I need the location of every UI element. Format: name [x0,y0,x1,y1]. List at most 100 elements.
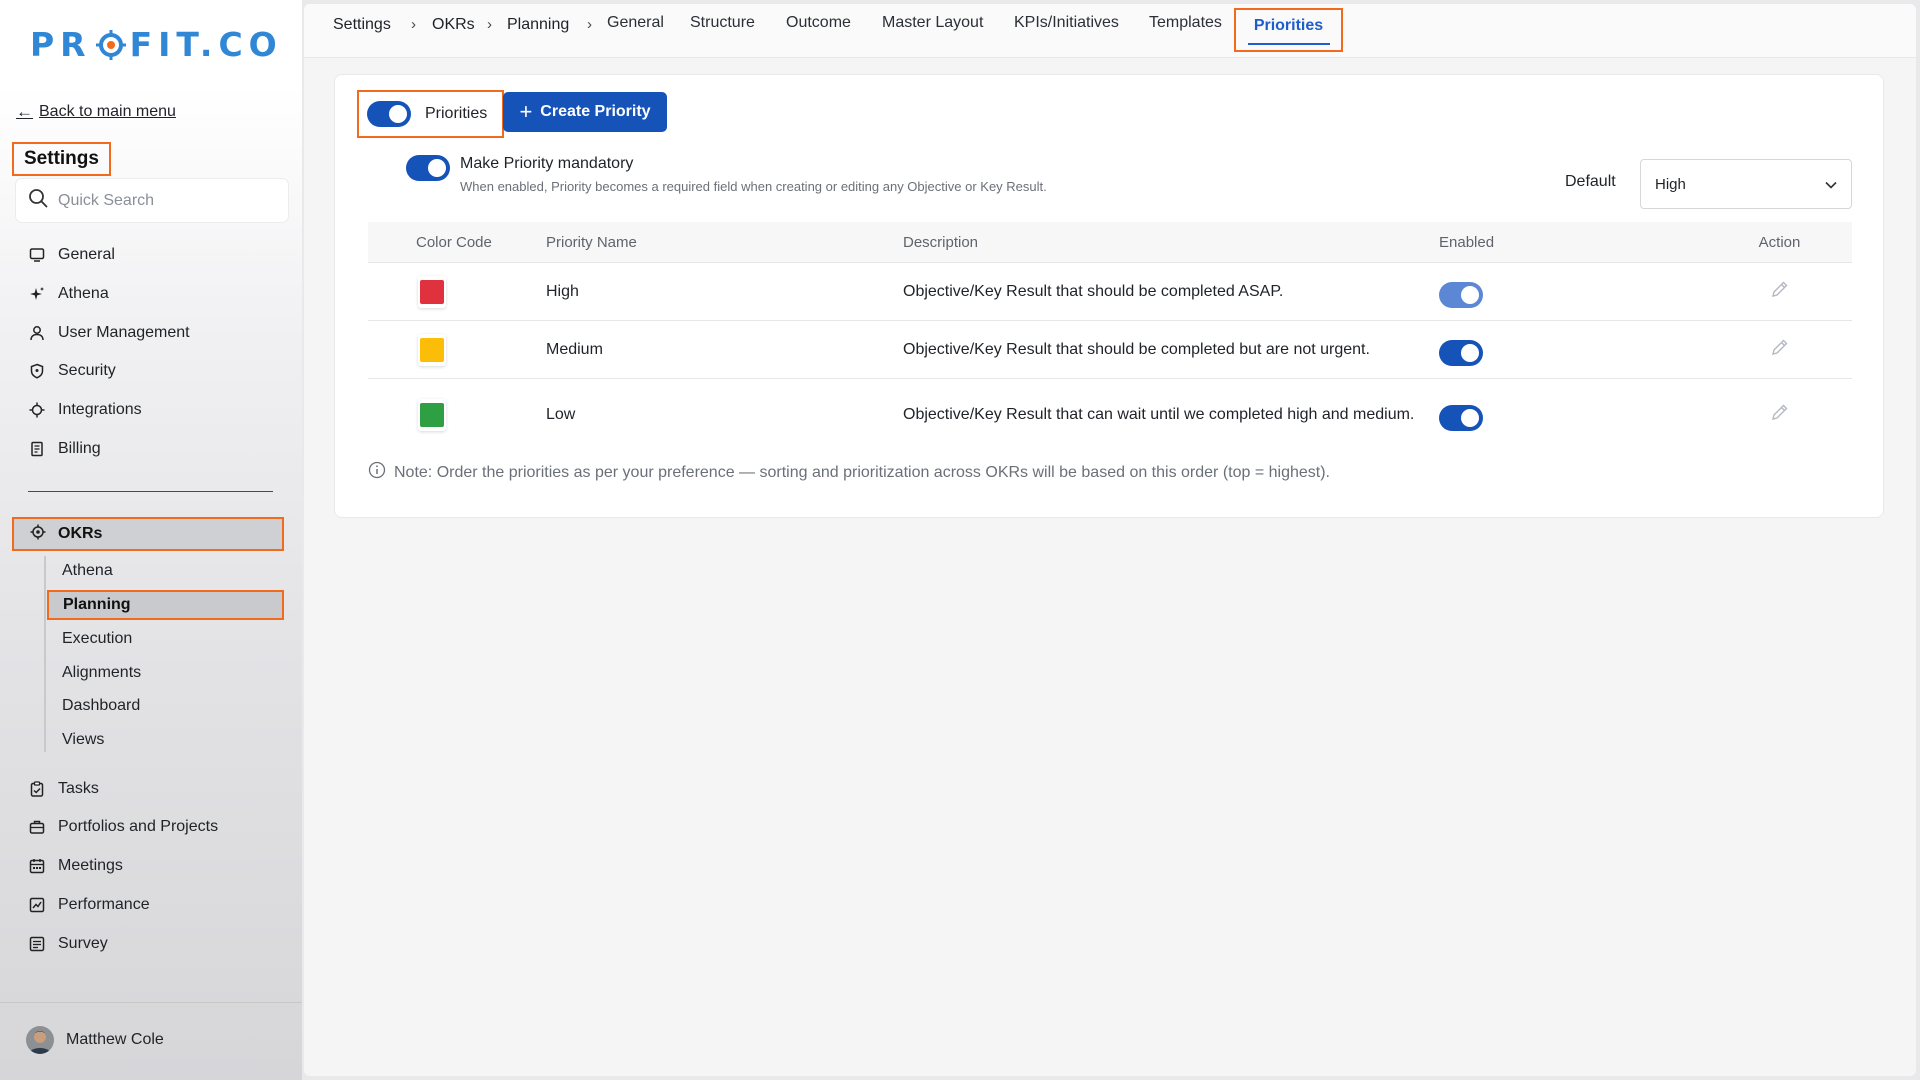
quick-search-input[interactable] [58,191,278,210]
mandatory-label: Make Priority mandatory [460,155,634,172]
priority-description: Objective/Key Result that should be comp… [903,283,1284,300]
color-swatch-fill [420,402,444,427]
breadcrumb-separator: › [411,16,416,33]
sidebar-footer-divider [0,1002,302,1003]
tab-priorities[interactable]: Priorities [1234,8,1343,52]
priorities-card: Priorities + Create Priority Make Priori… [334,74,1884,518]
priorities-toggle[interactable] [367,101,411,127]
mandatory-toggle[interactable] [406,155,450,181]
sidebar-item-security[interactable]: Security [28,359,116,383]
sidebar-item-performance[interactable]: Performance [28,893,150,917]
mandatory-text: Make Priority mandatory When enabled, Pr… [460,155,1047,194]
breadcrumb-okrs[interactable]: OKRs [432,16,475,34]
breadcrumb-separator: › [587,16,592,33]
calendar-icon [28,857,46,875]
avatar [26,1026,54,1054]
okrs-subitem-dashboard[interactable]: Dashboard [62,697,140,715]
sidebar-item-label: Security [58,362,116,379]
search-icon [28,188,48,213]
breadcrumb-separator: › [487,16,492,33]
chart-icon [28,896,46,914]
sidebar-item-okrs-label: OKRs [58,525,103,542]
sidebar-item-portfolios[interactable]: Portfolios and Projects [28,815,218,839]
okrs-subitem-athena[interactable]: Athena [62,562,113,580]
arrow-left-icon: ← [16,102,33,121]
action-cell [1707,279,1852,304]
priority-name: Low [546,405,576,423]
ordering-note: Note: Order the priorities as per your p… [368,461,1330,484]
table-row: Low Objective/Key Result that can wait u… [368,378,1852,450]
sidebar-item-label: Performance [58,896,150,913]
tab-kpis-initiatives[interactable]: KPIs/Initiatives [1014,14,1119,32]
sidebar-divider [28,491,273,492]
back-to-main-menu-link[interactable]: ← Back to main menu [16,102,176,122]
color-code-cell [368,333,546,366]
sparkle-icon [28,285,46,303]
tab-general[interactable]: General [607,14,664,32]
shield-icon [28,362,46,380]
sidebar: PR FIT.CO ← Back to main menu Settings G… [0,0,302,1080]
enabled-toggle[interactable] [1439,281,1483,308]
profit-co-logo[interactable]: PR FIT.CO [30,24,283,64]
color-swatch-fill [420,337,444,362]
edit-pencil-icon[interactable] [1770,402,1790,427]
sidebar-item-survey[interactable]: Survey [28,932,108,956]
action-cell [1707,337,1852,362]
sidebar-item-label: Billing [58,440,101,457]
okrs-subitem-views[interactable]: Views [62,731,104,749]
sidebar-item-billing[interactable]: Billing [28,437,101,461]
enabled-toggle[interactable] [1439,339,1483,366]
breadcrumb-planning[interactable]: Planning [507,16,569,34]
breadcrumb-settings[interactable]: Settings [333,16,391,34]
sidebar-item-user-management[interactable]: User Management [28,321,190,345]
okrs-subitem-execution[interactable]: Execution [62,630,132,648]
create-priority-button[interactable]: + Create Priority [503,92,667,132]
priorities-table: Color Code Priority Name Description Ena… [368,222,1852,450]
ordering-note-text: Note: Order the priorities as per your p… [394,463,1330,481]
user-name: Matthew Cole [66,1031,164,1048]
sidebar-item-tasks[interactable]: Tasks [28,777,99,801]
column-header-enabled: Enabled [1439,233,1495,251]
sidebar-item-athena[interactable]: Athena [28,282,109,306]
plug-icon [28,401,46,419]
sidebar-item-meetings[interactable]: Meetings [28,854,123,878]
info-icon [368,461,386,484]
sidebar-item-label: Meetings [58,857,123,874]
okrs-subitem-alignments[interactable]: Alignments [62,664,141,682]
tab-master-layout[interactable]: Master Layout [882,14,983,32]
chevron-down-icon [1825,176,1837,193]
sidebar-item-label: Tasks [58,780,99,797]
priority-name: High [546,282,579,300]
monitor-icon [28,246,46,264]
default-select-value: High [1655,175,1686,193]
sidebar-item-integrations[interactable]: Integrations [28,398,142,422]
column-header-color-code: Color Code [416,233,492,251]
sidebar-item-label: User Management [58,324,190,341]
enabled-toggle[interactable] [1439,404,1483,431]
priority-name: Medium [546,340,603,358]
priority-description: Objective/Key Result that can wait until… [903,406,1415,423]
sidebar-item-general[interactable]: General [28,243,115,267]
table-row: Medium Objective/Key Result that should … [368,320,1852,378]
okrs-subitem-planning[interactable]: Planning [47,590,284,620]
tab-outcome[interactable]: Outcome [786,14,851,32]
action-cell [1707,402,1852,427]
active-tab-underline [1247,43,1330,45]
tab-structure[interactable]: Structure [690,14,755,32]
edit-pencil-icon[interactable] [1770,337,1790,362]
quick-search[interactable] [16,179,288,222]
color-swatch [418,333,446,366]
sidebar-item-okrs[interactable]: OKRs [12,517,284,551]
tab-templates[interactable]: Templates [1149,14,1222,32]
user-profile[interactable]: Matthew Cole [26,1026,164,1054]
edit-pencil-icon[interactable] [1770,279,1790,304]
logo-target-icon [95,29,126,60]
sidebar-item-label: Athena [58,285,109,302]
survey-icon [28,935,46,953]
sidebar-item-label: Survey [58,935,108,952]
main-panel: Settings › OKRs › Planning › General Str… [304,4,1916,1076]
logo-text-right: FIT.CO [129,24,283,64]
okrs-submenu-rail [44,556,46,752]
default-priority-select[interactable]: High [1640,159,1852,209]
enabled-cell [1439,334,1707,366]
